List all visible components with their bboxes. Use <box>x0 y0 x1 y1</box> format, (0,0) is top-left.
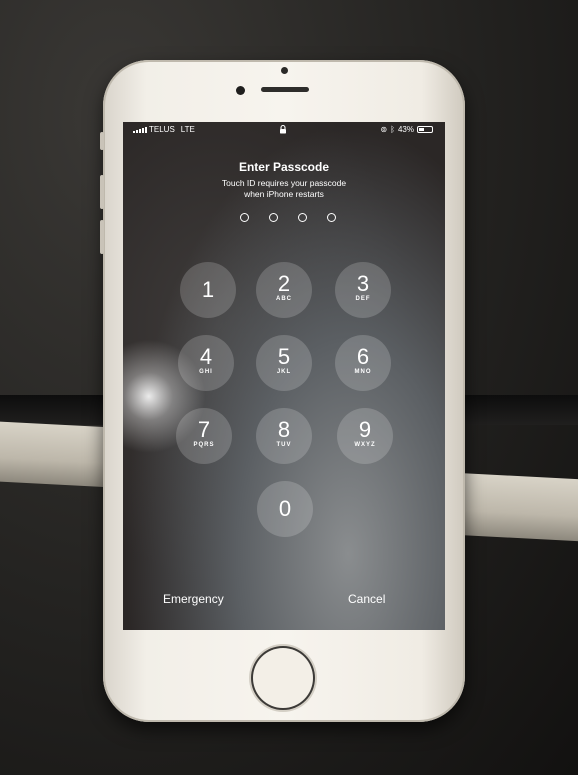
key-letters: TUV <box>276 442 292 448</box>
keypad-key-6[interactable]: 6 MNO <box>335 335 391 391</box>
keypad-key-7[interactable]: 7 PQRS <box>176 408 232 464</box>
key-letters: MNO <box>354 369 372 375</box>
key-digit: 7 <box>197 417 211 442</box>
key-letters: GHI <box>199 369 213 375</box>
passcode-dot <box>269 213 278 222</box>
key-digit: 2 <box>277 271 291 296</box>
paper-stack-right <box>452 472 578 542</box>
passcode-dot <box>240 213 249 222</box>
home-button[interactable] <box>253 648 313 708</box>
key-letters: WXYZ <box>354 442 376 448</box>
status-right: ⊚ ᛒ 43% <box>380 125 433 134</box>
cancel-button[interactable]: Cancel <box>348 592 385 606</box>
front-camera <box>236 86 245 95</box>
mute-switch <box>100 132 104 150</box>
keypad-key-1[interactable]: 1 <box>180 262 236 318</box>
volume-up-button <box>100 175 104 209</box>
rotation-lock-icon: ⊚ <box>380 125 388 134</box>
keypad-key-3[interactable]: 3 DEF <box>335 262 391 318</box>
proximity-sensor <box>281 67 288 74</box>
lock-screen: TELUS LTE ⊚ ᛒ 43% Enter Passcode Touch I… <box>123 122 445 630</box>
key-digit: 6 <box>356 344 370 369</box>
keypad-key-9[interactable]: 9 WXYZ <box>337 408 393 464</box>
emergency-button[interactable]: Emergency <box>163 592 224 606</box>
passcode-dots <box>240 213 336 222</box>
signal-icon <box>133 126 147 133</box>
key-digit: 1 <box>201 277 215 302</box>
lock-icon <box>280 124 286 134</box>
passcode-subtitle: Touch ID requires your passcode when iPh… <box>123 178 445 200</box>
passcode-title: Enter Passcode <box>238 160 330 174</box>
key-letters: ABC <box>276 296 292 302</box>
key-letters: DEF <box>355 296 371 302</box>
key-letters: JKL <box>276 369 292 375</box>
battery-percent: 43% <box>397 125 414 134</box>
carrier-name: TELUS <box>149 125 175 134</box>
key-digit: 0 <box>278 496 292 521</box>
keypad-key-4[interactable]: 4 GHI <box>178 335 234 391</box>
key-letters: PQRS <box>193 442 215 448</box>
volume-down-button <box>100 220 104 254</box>
key-digit: 8 <box>277 417 291 442</box>
key-digit: 5 <box>277 344 291 369</box>
keypad-key-0[interactable]: 0 <box>257 481 313 537</box>
carrier-info: TELUS LTE <box>133 125 195 134</box>
battery-icon <box>417 126 433 133</box>
keypad-key-2[interactable]: 2 ABC <box>256 262 312 318</box>
status-bar: TELUS LTE ⊚ ᛒ 43% <box>123 122 445 138</box>
earpiece-speaker <box>261 87 309 92</box>
iphone-body: TELUS LTE ⊚ ᛒ 43% Enter Passcode Touch I… <box>100 60 465 722</box>
key-digit: 3 <box>356 271 370 296</box>
subtitle-line-2: when iPhone restarts <box>244 189 324 199</box>
key-digit: 9 <box>358 417 372 442</box>
subtitle-line-1: Touch ID requires your passcode <box>221 178 347 188</box>
key-digit: 4 <box>199 344 213 369</box>
network-type: LTE <box>180 125 195 134</box>
passcode-dot <box>298 213 307 222</box>
keypad-key-8[interactable]: 8 TUV <box>256 408 312 464</box>
battery-level-fill <box>419 128 425 131</box>
bluetooth-icon: ᛒ <box>390 125 395 134</box>
keypad-key-5[interactable]: 5 JKL <box>256 335 312 391</box>
passcode-dot <box>327 213 336 222</box>
